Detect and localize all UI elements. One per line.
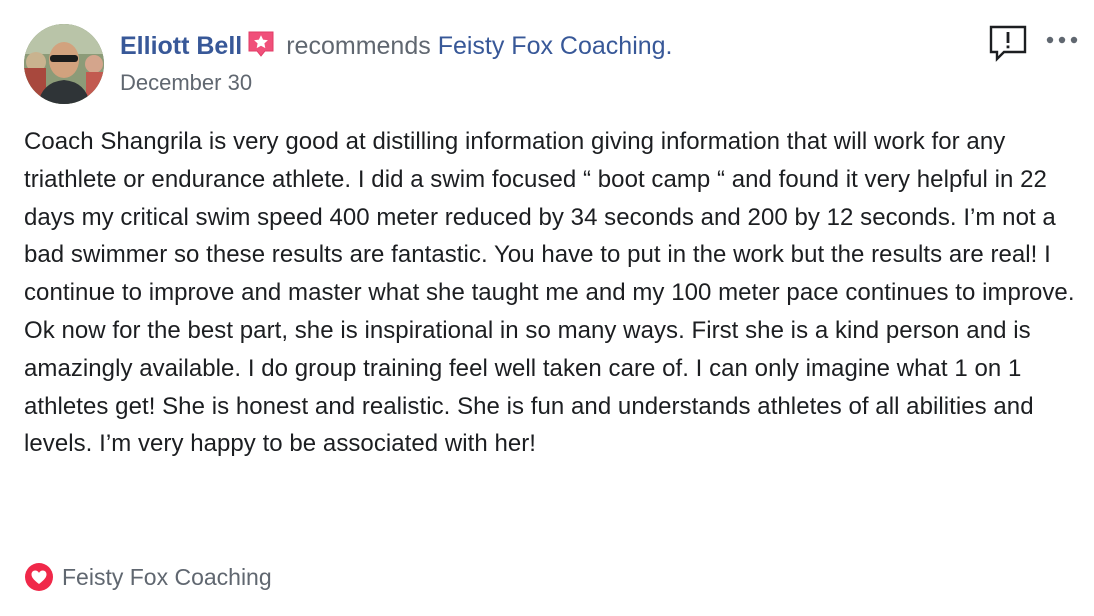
post-date[interactable]: December 30 — [120, 68, 252, 98]
heart-recommend-icon — [25, 563, 53, 591]
post-body: Coach Shangrila is very good at distilli… — [24, 128, 1075, 458]
author-name-link[interactable]: Elliott Bell — [120, 32, 242, 60]
author-avatar[interactable] — [24, 24, 104, 104]
report-icon[interactable] — [988, 24, 1028, 62]
action-text: recommends — [286, 32, 431, 60]
page-name-link[interactable]: Feisty Fox Coaching. — [438, 32, 673, 60]
recommended-page-footer[interactable]: Feisty Fox Coaching — [24, 560, 272, 594]
post-header: Elliott Bell recommends Feisty Fox Coach… — [120, 28, 673, 64]
avatar-photo — [24, 24, 104, 104]
recommendation-post: Elliott Bell recommends Feisty Fox Coach… — [0, 0, 1094, 616]
more-options-icon[interactable] — [1044, 30, 1080, 50]
star-badge-icon — [248, 31, 274, 57]
footer-page-name: Feisty Fox Coaching — [62, 563, 272, 590]
